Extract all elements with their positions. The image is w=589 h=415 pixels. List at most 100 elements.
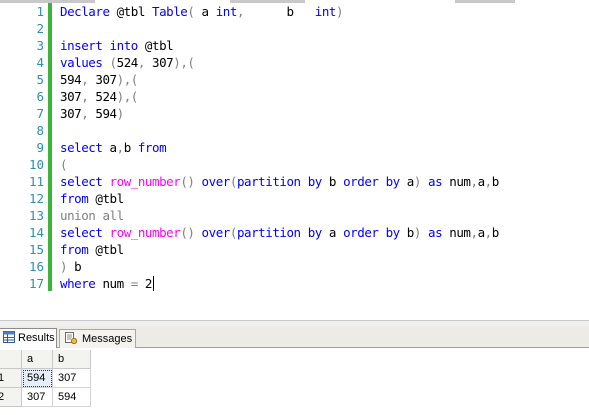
code-token: ),( (173, 55, 195, 70)
code-token: order (343, 174, 379, 189)
code-token: select (60, 174, 103, 189)
code-token: where (60, 276, 96, 291)
query-editor[interactable]: 1 2 3 4 5 6 7 8 9 10 11 12 13 14 15 16 17 Declare @tbl T… (0, 0, 589, 320)
line-number: 10 (28, 157, 44, 172)
code-token: a (194, 4, 216, 19)
line-number: 5 (36, 72, 44, 87)
code-line[interactable]: where num = 2 (60, 275, 152, 292)
code-token: @tbl (137, 38, 174, 53)
code-line[interactable]: select row_number() over(partition by a … (60, 224, 499, 241)
code-token: Table (152, 4, 188, 19)
code-token: , (116, 140, 125, 155)
code-token: from (60, 242, 89, 257)
code-line[interactable]: from @tbl (60, 190, 124, 207)
change-tracking-bar (48, 3, 52, 291)
line-number: 17 (28, 276, 44, 291)
code-line[interactable]: Declare @tbl Table( a int, b int) (60, 3, 344, 20)
code-token: partition (236, 174, 301, 189)
code-line[interactable]: insert into @tbl (60, 37, 174, 54)
code-token: 524 (88, 89, 117, 104)
code-token: 524 (116, 55, 139, 70)
line-number: 6 (36, 89, 44, 104)
code-token: ) (413, 174, 422, 189)
line-number: 9 (36, 140, 44, 155)
code-token: by (307, 225, 323, 240)
line-number: 2 (36, 21, 44, 36)
code-token: 307 (88, 72, 117, 87)
code-token: @tbl (88, 242, 124, 257)
grid-cell-r2-b[interactable]: 594 (53, 388, 91, 407)
grid-icon (3, 331, 15, 343)
code-token: b (491, 174, 500, 189)
code-token: b (123, 140, 138, 155)
code-token: 594 (60, 72, 82, 87)
code-line[interactable]: union all (60, 207, 124, 224)
code-token: num (442, 225, 471, 240)
code-token: as (428, 225, 443, 240)
code-token: , (137, 55, 146, 70)
code-token: by (385, 174, 401, 189)
code-token: over (201, 174, 231, 189)
code-line[interactable]: values (524, 307),( (60, 54, 195, 71)
grid-cell-r2-a[interactable]: 307 (22, 388, 53, 407)
code-token: over (201, 225, 231, 240)
code-token: order (343, 225, 379, 240)
code-token: @tbl (109, 4, 152, 19)
line-number: 11 (28, 174, 44, 189)
code-token: num (442, 174, 471, 189)
code-line[interactable]: ( (60, 156, 68, 173)
query-window: 1 2 3 4 5 6 7 8 9 10 11 12 13 14 15 16 17 Declare @tbl T… (0, 0, 589, 415)
code-token: , (484, 174, 493, 189)
row-header-2[interactable]: 2 (0, 388, 22, 407)
code-token: , (236, 4, 245, 19)
line-number: 13 (28, 208, 44, 223)
code-token: num (95, 276, 131, 291)
code-token: = (130, 276, 139, 291)
code-line[interactable]: select a,b from (60, 139, 167, 156)
code-token: from (137, 140, 167, 155)
code-token: int (314, 4, 337, 19)
grid-corner[interactable] (0, 350, 22, 369)
code-token: row_number (109, 174, 181, 189)
code-token: 594 (88, 106, 117, 121)
tab-messages-label: Messages (82, 333, 133, 345)
code-token: by (385, 225, 401, 240)
code-token: 307 (60, 89, 82, 104)
code-line[interactable]: select row_number() over(partition by b … (60, 173, 499, 190)
tab-results[interactable]: Results (0, 328, 57, 348)
code-token: Declare (60, 4, 110, 19)
code-token: ) (336, 4, 344, 19)
code-token: ( (60, 157, 68, 172)
code-token: a (477, 225, 486, 240)
text-caret (153, 276, 154, 291)
tab-messages[interactable]: Messages (59, 329, 136, 348)
column-header-b[interactable]: b (53, 350, 91, 369)
line-number: 7 (36, 106, 44, 121)
code-line[interactable]: 307, 524),( (60, 88, 138, 105)
code-token: b (244, 4, 315, 19)
code-token: insert (60, 38, 103, 53)
code-line[interactable]: 307, 594) (60, 105, 124, 122)
code-line[interactable]: from @tbl (60, 241, 124, 258)
row-header-1[interactable]: 1 (0, 369, 22, 388)
line-number-gutter: 1 2 3 4 5 6 7 8 9 10 11 12 13 14 15 16 17 (0, 3, 45, 320)
code-line[interactable]: 594, 307),( (60, 71, 138, 88)
line-number: 15 (28, 242, 44, 257)
line-number: 3 (36, 38, 44, 53)
code-line[interactable]: ) b (60, 258, 82, 275)
results-grid-area: a b 1 594 307 2 307 594 (0, 348, 589, 415)
line-number: 8 (36, 123, 44, 138)
grid-cell-r1-a[interactable]: 594 (22, 369, 53, 388)
code-token: select (60, 225, 103, 240)
line-number: 4 (36, 55, 44, 70)
column-header-a[interactable]: a (22, 350, 53, 369)
grid-cell-r1-b[interactable]: 307 (53, 369, 91, 388)
code-token: all (102, 208, 124, 223)
